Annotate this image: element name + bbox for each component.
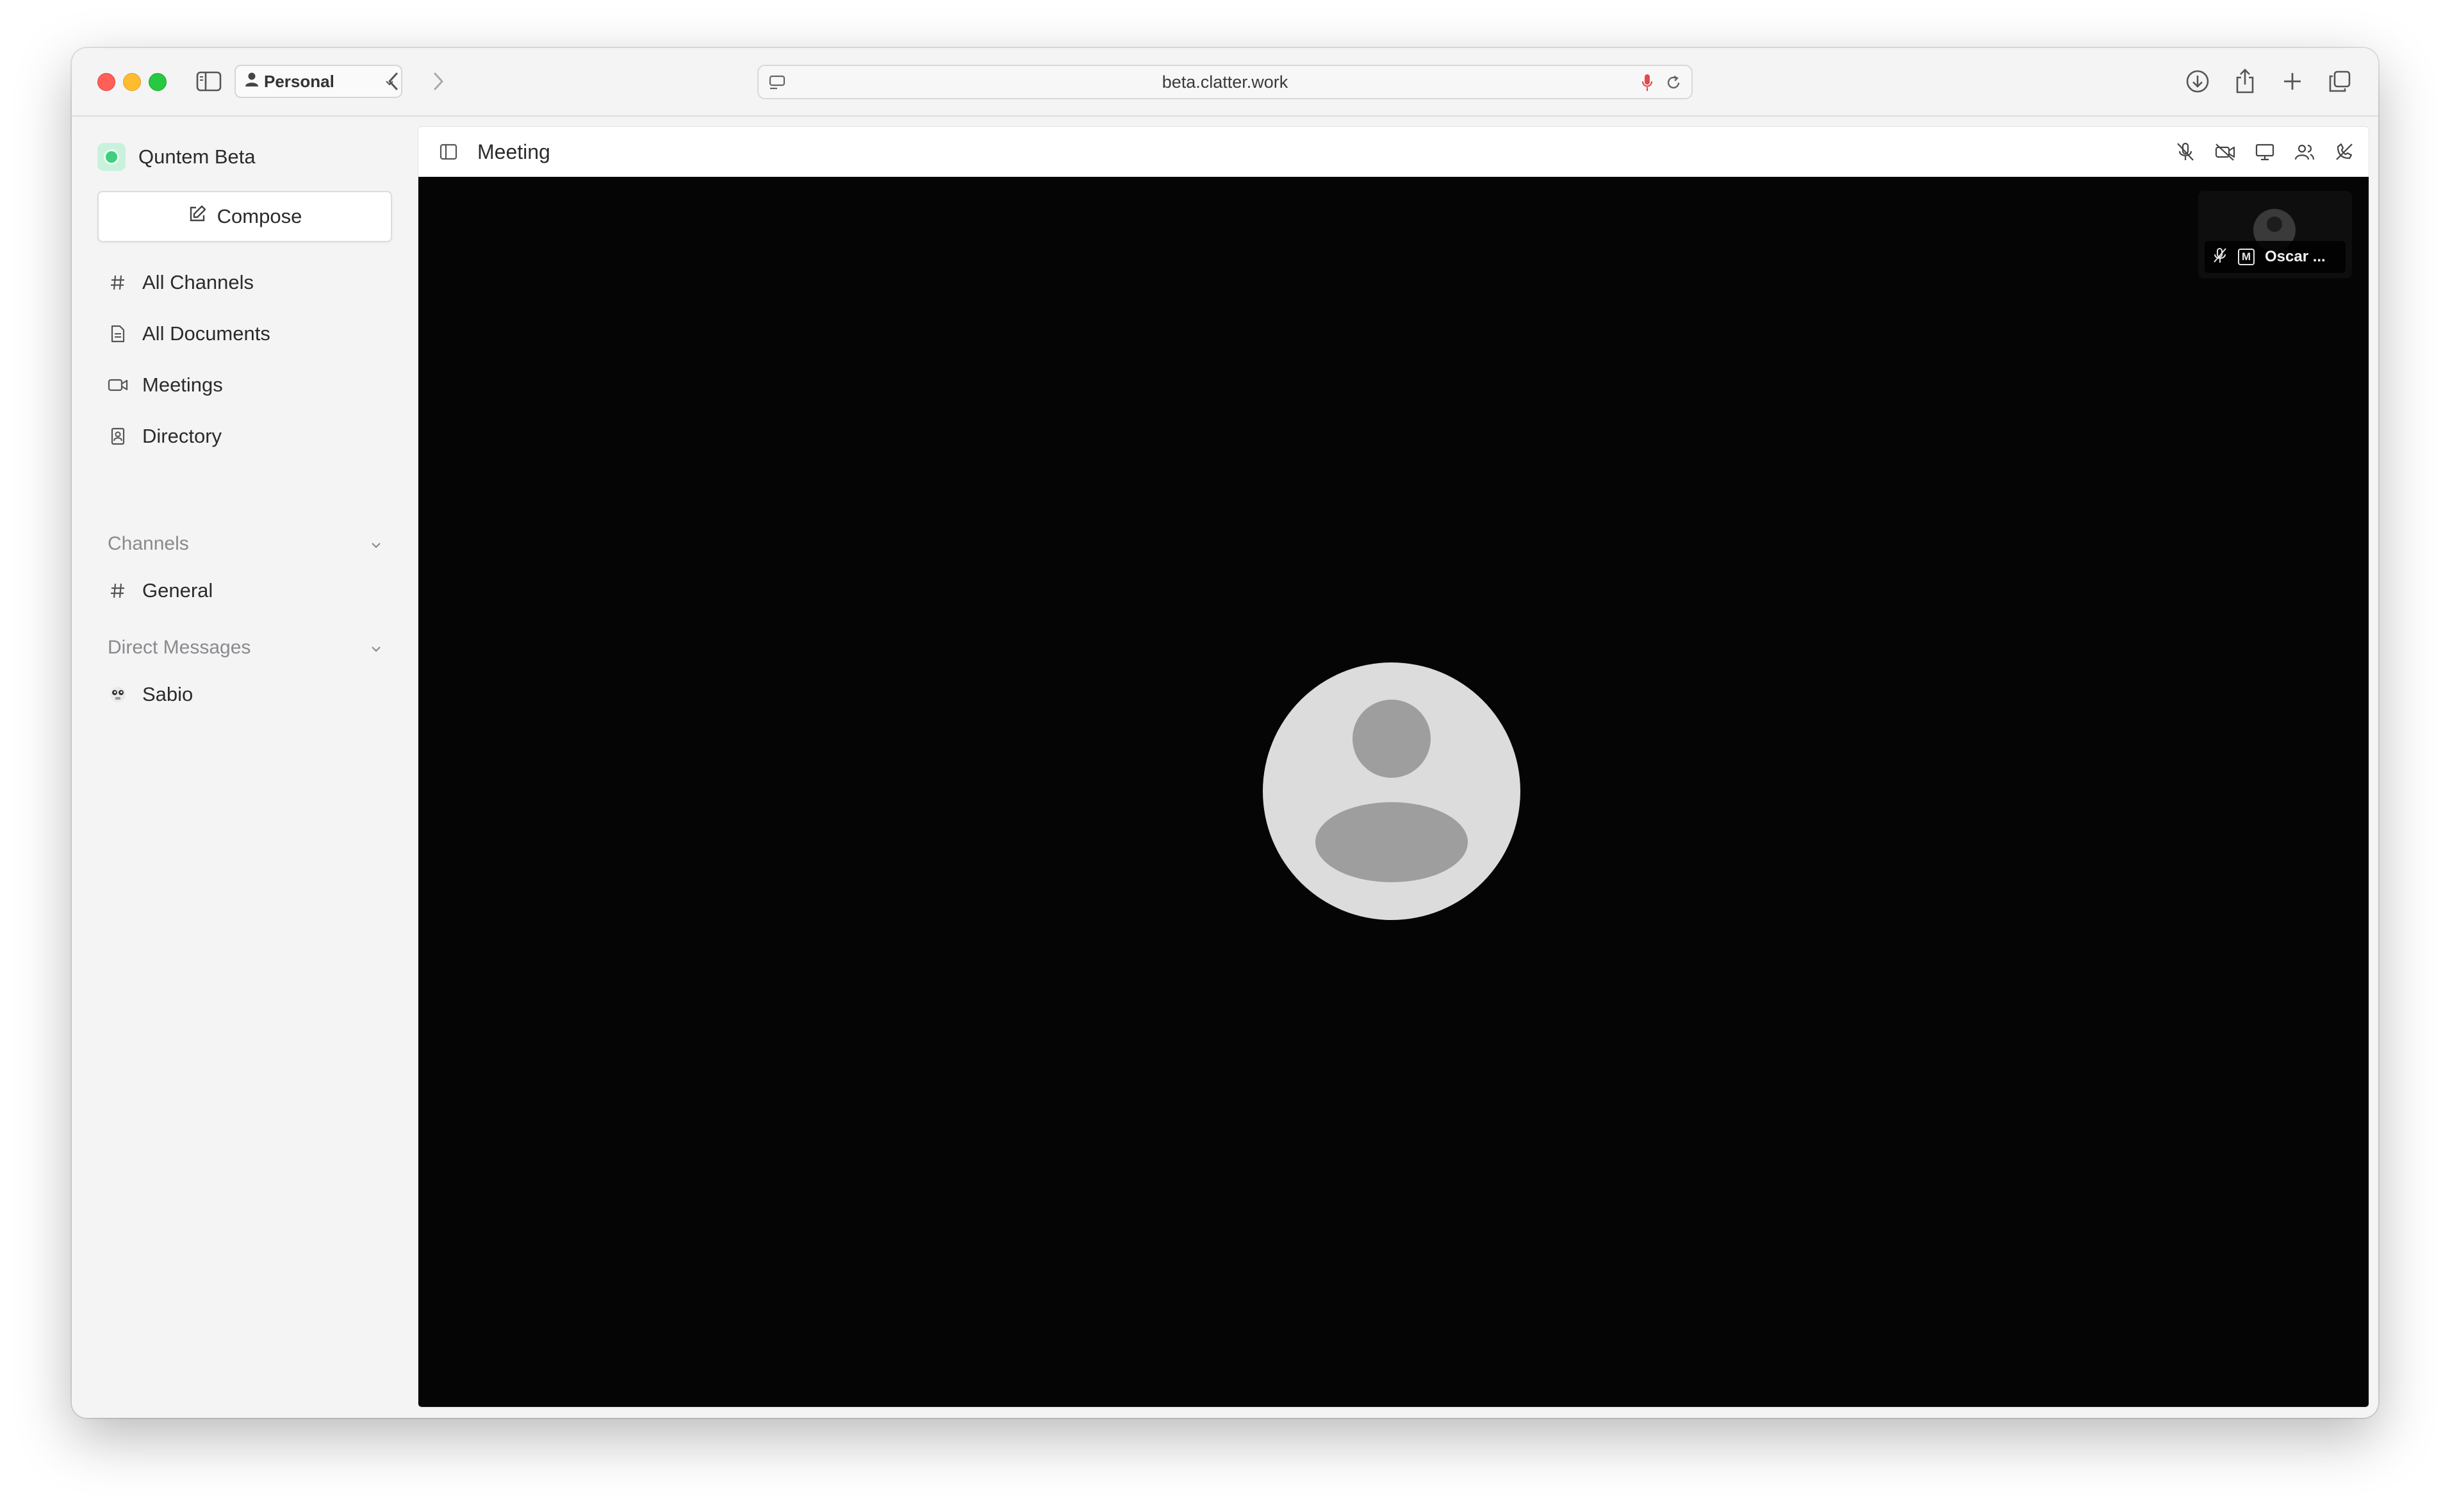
participant-tile-bar: M Oscar ...	[2205, 241, 2346, 273]
url-text[interactable]: beta.clatter.work	[759, 66, 1691, 98]
dm-label: Sabio	[142, 683, 193, 705]
download-icon[interactable]	[2183, 67, 2212, 95]
nav-label: Directory	[142, 425, 222, 447]
participant-name: Oscar ...	[2265, 248, 2326, 265]
profile-label: Personal	[264, 71, 334, 91]
emoji-avatar-icon	[108, 685, 128, 704]
muted-mic-icon	[2212, 247, 2228, 267]
meeting-header: Meeting	[418, 127, 2369, 177]
meeting-panel: Meeting M Oscar ...	[418, 126, 2369, 1408]
zoom-window-button[interactable]	[149, 73, 167, 91]
app-sidebar: Quntem Beta Compose All Channels All Doc…	[72, 117, 418, 1418]
close-window-button[interactable]	[97, 73, 115, 91]
contacts-book-icon	[108, 427, 128, 446]
workspace-logo-icon	[97, 143, 126, 171]
chevron-down-icon[interactable]	[369, 533, 383, 555]
microphone-icon[interactable]	[1638, 72, 1657, 93]
nav-meetings[interactable]: Meetings	[108, 366, 223, 404]
document-icon	[108, 324, 128, 343]
call-controls	[2174, 127, 2356, 177]
participants-icon[interactable]	[2293, 140, 2316, 163]
address-bar[interactable]: beta.clatter.work	[757, 65, 1693, 99]
page-title: Meeting	[477, 140, 550, 163]
nav-all-documents[interactable]: All Documents	[108, 315, 270, 353]
nav-label: All Channels	[142, 271, 254, 293]
direct-messages-section-header[interactable]: Direct Messages	[108, 632, 383, 664]
compose-label: Compose	[217, 205, 302, 227]
person-icon	[245, 72, 259, 92]
participant-badge: M	[2238, 249, 2255, 265]
forward-arrow-icon[interactable]	[424, 67, 452, 95]
browser-toolbar: Personal beta.clatter.work	[72, 48, 2378, 117]
workspace-name: Quntem Beta	[138, 145, 256, 168]
nav-directory[interactable]: Directory	[108, 417, 222, 456]
panel-toggle-icon[interactable]	[436, 140, 461, 164]
tab-overview-icon[interactable]	[2326, 67, 2354, 95]
nav-all-channels[interactable]: All Channels	[108, 263, 254, 302]
hash-icon	[108, 274, 128, 292]
dm-item-sabio[interactable]: Sabio	[108, 675, 193, 714]
channels-section-header[interactable]: Channels	[108, 528, 383, 560]
workspace-switcher[interactable]: Quntem Beta	[97, 142, 256, 172]
camera-off-icon[interactable]	[2214, 140, 2237, 163]
video-stage: M Oscar ...	[418, 177, 2369, 1407]
channel-label: General	[142, 579, 213, 602]
compose-icon	[188, 204, 207, 229]
sidebar-toggle-icon[interactable]	[195, 69, 223, 94]
new-tab-icon[interactable]	[2278, 67, 2306, 95]
nav-label: All Documents	[142, 322, 270, 345]
leave-call-icon[interactable]	[2333, 140, 2356, 163]
nav-label: Meetings	[142, 374, 223, 396]
participant-tile[interactable]: M Oscar ...	[2198, 191, 2352, 278]
reload-icon[interactable]	[1663, 72, 1684, 93]
share-icon[interactable]	[2231, 66, 2259, 95]
mic-off-icon[interactable]	[2174, 140, 2197, 163]
profile-switcher[interactable]: Personal	[234, 65, 402, 98]
participant-avatar	[1263, 662, 1520, 920]
video-icon	[108, 377, 128, 393]
section-label: Direct Messages	[108, 637, 251, 658]
minimize-window-button[interactable]	[123, 73, 141, 91]
chevron-down-icon[interactable]	[369, 637, 383, 659]
back-arrow-icon[interactable]	[379, 67, 407, 95]
screen-share-icon[interactable]	[2253, 140, 2276, 163]
channel-item-general[interactable]: General	[108, 571, 213, 610]
hash-icon	[108, 582, 128, 600]
section-label: Channels	[108, 533, 189, 554]
browser-window: Personal beta.clatter.work Quntem Beta C…	[72, 48, 2378, 1418]
compose-button[interactable]: Compose	[97, 191, 392, 242]
